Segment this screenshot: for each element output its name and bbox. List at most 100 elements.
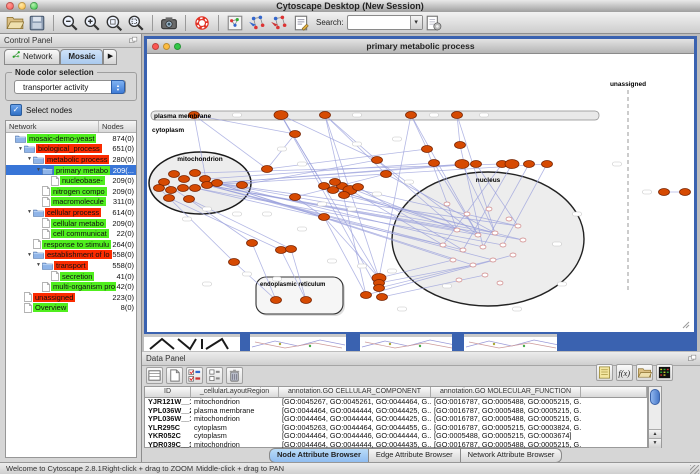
- attribute-table-header[interactable]: ID_cellularLayoutRegionannotation.GO CEL…: [145, 387, 647, 398]
- column-header[interactable]: ID: [145, 387, 191, 398]
- tab-mosaic[interactable]: Mosaic: [60, 49, 103, 65]
- tree-row[interactable]: ▼cellular process614(0): [6, 207, 136, 218]
- tree-label: transport: [54, 261, 88, 270]
- matrix-icon[interactable]: [656, 364, 673, 381]
- tree-row[interactable]: multi-organism pro42(0): [6, 281, 136, 292]
- create-view-icon[interactable]: [248, 14, 266, 32]
- scroll-down-icon[interactable]: ▼: [649, 438, 661, 448]
- open-icon[interactable]: [6, 14, 24, 32]
- new-attribute-icon[interactable]: [166, 367, 183, 384]
- tree-row[interactable]: nucleobase-209(0): [6, 175, 136, 186]
- zoom-in-icon[interactable]: [83, 14, 101, 32]
- tree-row[interactable]: ▼transport558(0): [6, 260, 136, 271]
- configure-search-icon[interactable]: [425, 14, 443, 32]
- scrollbar-thumb[interactable]: [650, 389, 660, 405]
- destroy-view-icon[interactable]: [270, 14, 288, 32]
- collapse-arrow-icon[interactable]: ▼: [26, 209, 33, 215]
- network-view-window[interactable]: primary metabolic process plasma membran…: [144, 36, 697, 334]
- tree-col-network[interactable]: Network: [6, 121, 99, 132]
- save-icon[interactable]: [28, 14, 46, 32]
- network-canvas[interactable]: plasma membranecytoplasmmitochondrionnuc…: [147, 54, 694, 332]
- table-row[interactable]: YJR121W__1mitochondrion[GO:0045267, GO:0…: [145, 398, 647, 407]
- close-button[interactable]: [6, 2, 14, 10]
- background-window-fragment[interactable]: [360, 334, 452, 351]
- tab-network-attribute-browser[interactable]: Network Attribute Browser: [460, 448, 563, 463]
- tree-row[interactable]: unassigned223(0): [6, 292, 136, 303]
- float-icon[interactable]: [129, 36, 138, 45]
- import-attributes-icon[interactable]: [636, 364, 653, 381]
- dropdown-stepper-icon[interactable]: ▲▼: [111, 80, 125, 94]
- table-cell: [GO:0044464, GO:0044446, GO:0044444, G..…: [279, 432, 431, 441]
- resize-grip[interactable]: [690, 465, 699, 474]
- table-row[interactable]: YPL036W__2plasma membrane[GO:0044464, GO…: [145, 407, 647, 416]
- background-windows[interactable]: [142, 334, 700, 352]
- node-color-dropdown[interactable]: transporter activity ▲▼: [14, 80, 126, 94]
- column-header[interactable]: annotation.GO MOLECULAR_FUNCTION: [431, 387, 581, 398]
- tree-row[interactable]: nitrogen compo209(0): [6, 186, 136, 197]
- tab-overflow-arrow-icon[interactable]: ▶: [103, 49, 117, 65]
- background-window-fragment[interactable]: [346, 334, 360, 351]
- snapshot-icon[interactable]: [160, 14, 178, 32]
- tree-header[interactable]: Network Nodes: [6, 121, 136, 133]
- tree-row[interactable]: ▼primary metabo209(...: [6, 165, 136, 176]
- tab-network[interactable]: Network: [4, 49, 60, 65]
- table-row[interactable]: YPL036W__1mitochondrion[GO:0044464, GO:0…: [145, 415, 647, 424]
- view-close-button[interactable]: [152, 43, 159, 50]
- column-header[interactable]: annotation.GO CELLULAR_COMPONENT: [279, 387, 431, 398]
- table-row[interactable]: YKR052Ccytoplasm[GO:0044464, GO:0044446,…: [145, 432, 647, 441]
- tree-row[interactable]: ▼establishment of lo558(0): [6, 250, 136, 261]
- tree-label: response to stimulu: [42, 240, 111, 249]
- view-minimize-button[interactable]: [163, 43, 170, 50]
- show-column-icon[interactable]: [146, 367, 163, 384]
- select-attributes-icon[interactable]: [186, 367, 203, 384]
- tree-row[interactable]: mosaic-demo-yeast874(0): [6, 133, 136, 144]
- search-input[interactable]: ▾: [347, 15, 423, 30]
- help-icon[interactable]: [193, 14, 211, 32]
- tree-row[interactable]: secretion41(0): [6, 271, 136, 282]
- background-window-fragment[interactable]: [557, 334, 697, 351]
- formula-icon[interactable]: f(x): [616, 364, 633, 381]
- tree-col-nodes[interactable]: Nodes: [99, 121, 136, 132]
- collapse-arrow-icon[interactable]: ▼: [26, 156, 33, 162]
- maximize-button[interactable]: [30, 2, 38, 10]
- network-view-titlebar[interactable]: primary metabolic process: [147, 39, 694, 54]
- background-window-fragment[interactable]: [144, 334, 240, 351]
- minimize-button[interactable]: [18, 2, 26, 10]
- zoom-selected-icon[interactable]: [105, 14, 123, 32]
- zoom-out-icon[interactable]: [61, 14, 79, 32]
- delete-attribute-icon[interactable]: [226, 367, 243, 384]
- zoom-fit-icon[interactable]: [127, 14, 145, 32]
- tab-node-attribute-browser[interactable]: Node Attribute Browser: [269, 448, 369, 463]
- table-row[interactable]: YLR295Ccytoplasm[GO:0045263, GO:0044464,…: [145, 424, 647, 433]
- table-scrollbar[interactable]: ▲ ▼: [648, 386, 662, 448]
- overview-icon[interactable]: [226, 14, 244, 32]
- background-window-fragment[interactable]: [240, 334, 250, 351]
- collapse-arrow-icon[interactable]: ▼: [35, 262, 42, 268]
- tree-row[interactable]: cell communicat22(0): [6, 228, 136, 239]
- background-window-fragment[interactable]: [452, 334, 464, 351]
- view-maximize-button[interactable]: [174, 43, 181, 50]
- search-dropdown-arrow-icon[interactable]: ▾: [410, 16, 422, 29]
- select-nodes-checkbox[interactable]: ✓: [10, 104, 22, 116]
- tree-row[interactable]: ▼biological_process651(0): [6, 144, 136, 155]
- tree-row[interactable]: response to stimulu264(0): [6, 239, 136, 250]
- tree-row[interactable]: ▼metabolic process280(0): [6, 154, 136, 165]
- attribute-table[interactable]: ID_cellularLayoutRegionannotation.GO CEL…: [144, 386, 648, 448]
- collapse-arrow-icon[interactable]: ▼: [35, 167, 42, 173]
- background-window-fragment[interactable]: [464, 334, 557, 351]
- collapse-arrow-icon[interactable]: ▼: [26, 252, 33, 258]
- float-icon[interactable]: [688, 354, 697, 363]
- notes-icon[interactable]: [596, 364, 613, 381]
- column-header[interactable]: _cellularLayoutRegion: [191, 387, 279, 398]
- annotation-icon[interactable]: [292, 14, 310, 32]
- collapse-arrow-icon[interactable]: ▼: [17, 146, 24, 152]
- application-window: Cytoscape Desktop (New Session) Search: …: [0, 0, 700, 474]
- tree-row[interactable]: cellular metabo209(0): [6, 218, 136, 229]
- tree-row[interactable]: macromolecule311(0): [6, 197, 136, 208]
- background-window-fragment[interactable]: [250, 334, 346, 351]
- tab-edge-attribute-browser[interactable]: Edge Attribute Browser: [368, 448, 461, 463]
- tree-row[interactable]: Overview8(0): [6, 303, 136, 314]
- unselect-attributes-icon[interactable]: [206, 367, 223, 384]
- table-cell: [GO:0045263, GO:0044464, GO:0044455, G..…: [279, 424, 431, 433]
- table-cell: YPL036W__2: [145, 407, 191, 416]
